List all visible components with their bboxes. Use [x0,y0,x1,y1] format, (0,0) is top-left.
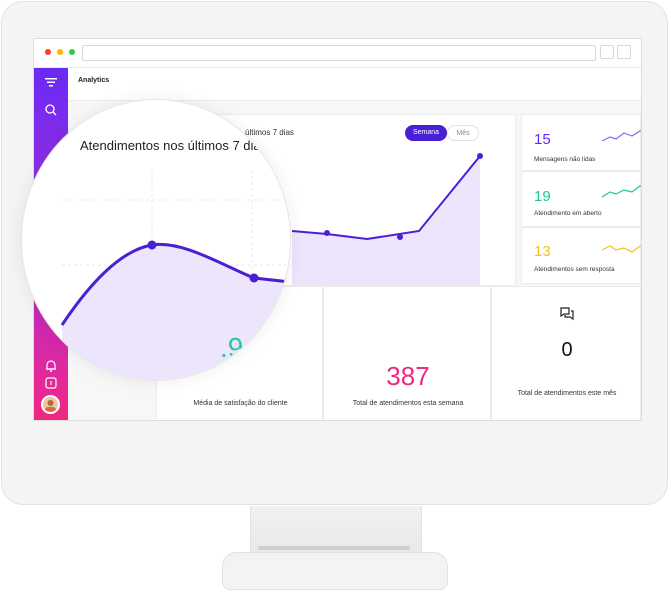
monthly-total-label: Total de atendimentos este mês [517,390,617,397]
stat-card-open[interactable]: 19 Atendimento em aberto [521,171,641,227]
stat-label: Atendimento em aberto [534,210,602,217]
weekly-total-label: Total de atendimentos esta semana [352,400,464,407]
stat-label: Mensagens não lidas [534,156,596,163]
avatar[interactable] [41,395,60,414]
area-fill [292,156,480,287]
minimize-dot[interactable] [57,49,63,55]
monitor-neck-shadow [258,546,410,550]
data-point[interactable] [477,153,483,159]
magnified-data-point[interactable] [249,273,259,283]
magnified-data-point[interactable] [147,240,157,250]
browser-toolbar [34,39,641,68]
monthly-total-value: 0 [561,339,573,361]
logo-icon[interactable] [43,74,59,90]
data-point[interactable] [397,234,403,240]
monitor-base [222,552,448,590]
maximize-dot[interactable] [69,49,75,55]
page-title: Analytics [78,77,110,84]
data-point[interactable] [324,230,330,236]
monthly-total-card[interactable]: 0 Total de atendimentos este mês [491,286,641,420]
address-bar[interactable] [82,45,596,61]
stat-card-unread[interactable]: 15 Mensagens não lidas [521,114,641,171]
sparkline-icon [602,245,641,253]
stat-label: Atendimentos sem resposta [534,266,615,273]
weekly-total-card[interactable]: 387 Total de atendimentos esta semana [323,286,491,420]
window-button-right[interactable] [617,45,631,59]
sparkline-icon [602,130,641,142]
stat-value: 19 [534,188,551,205]
magnified-chart [60,170,290,380]
magnified-satisfaction-value: .9 [220,332,244,363]
window-button-left[interactable] [600,45,614,59]
satisfaction-label: Média de satisfação do cliente [193,400,288,407]
stat-value: 13 [534,243,551,260]
weekly-total-value: 387 [386,361,430,391]
magnifier-zoom: Atendimentos nos últimos 7 dia .9 [22,100,290,380]
app-header: Analytics [68,68,641,101]
sparkline-icon [602,185,641,198]
stat-card-unanswered[interactable]: 13 Atendimentos sem resposta [521,227,641,284]
stat-value: 15 [534,131,551,148]
close-dot[interactable] [45,49,51,55]
chat-icon [560,307,574,321]
